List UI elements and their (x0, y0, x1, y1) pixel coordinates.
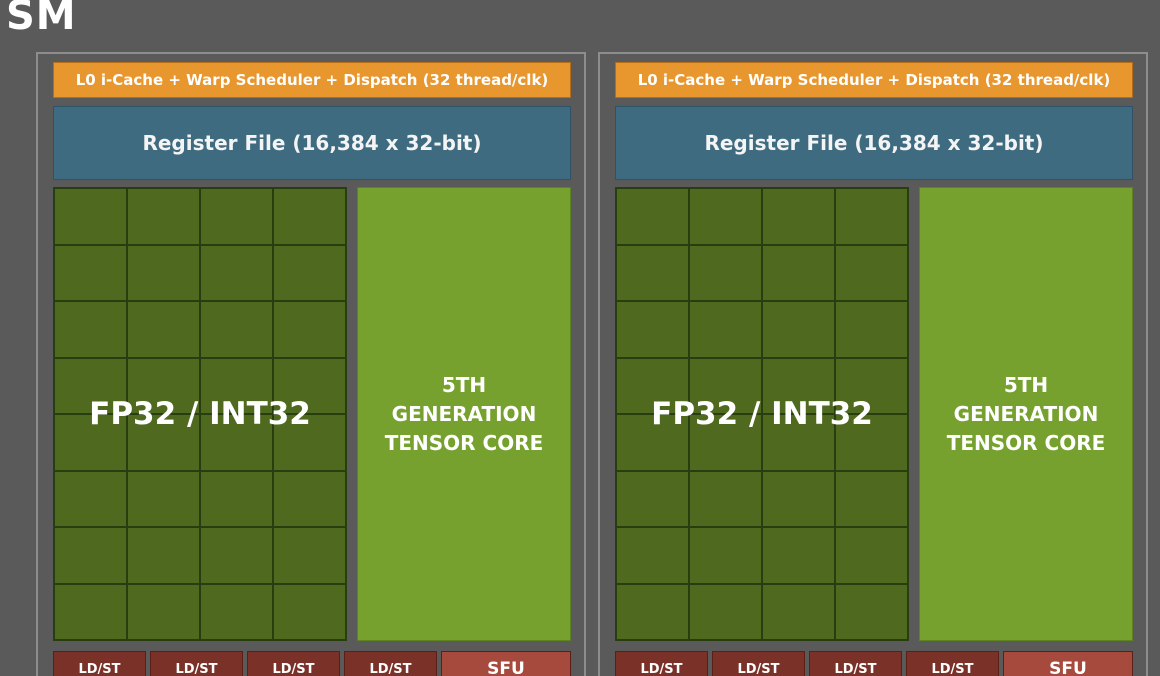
core-cell (690, 189, 761, 244)
core-cell (690, 415, 761, 470)
core-cell (201, 189, 272, 244)
core-cell (55, 245, 126, 300)
tensor-core-label-line: 5TH (441, 372, 487, 397)
core-cell (55, 358, 126, 413)
core-cell (617, 584, 688, 639)
core-cell (128, 584, 199, 639)
ld-st-unit: LD/ST (615, 651, 708, 676)
core-cell (55, 189, 126, 244)
core-cell (128, 358, 199, 413)
fp32-int32-core-grid (615, 187, 909, 641)
core-cell (690, 245, 761, 300)
core-cell (617, 471, 688, 526)
ld-st-unit: LD/ST (150, 651, 243, 676)
sm-partition-left: L0 i-Cache + Warp Scheduler + Dispatch (… (36, 52, 586, 676)
core-cell (836, 358, 907, 413)
core-cell (274, 189, 345, 244)
register-file-block: Register File (16,384 x 32-bit) (615, 106, 1133, 180)
load-store-unit-row: LD/ST LD/ST LD/ST LD/ST SFU (53, 651, 571, 676)
core-cell (274, 245, 345, 300)
ld-st-unit: LD/ST (712, 651, 805, 676)
core-cell (836, 302, 907, 357)
core-cell (201, 471, 272, 526)
sm-diagram: SM L0 i-Cache + Warp Scheduler + Dispatc… (0, 0, 1160, 676)
core-cell (690, 584, 761, 639)
tensor-core-label-line: TENSOR CORE (384, 430, 544, 455)
core-cell (763, 302, 834, 357)
tensor-core-label-line: GENERATION (391, 401, 537, 426)
core-cell (128, 471, 199, 526)
ld-st-unit: LD/ST (53, 651, 146, 676)
core-cell (763, 245, 834, 300)
sm-partition-right: L0 i-Cache + Warp Scheduler + Dispatch (… (598, 52, 1148, 676)
core-cell (128, 189, 199, 244)
core-cell (128, 528, 199, 583)
tensor-core-label-line: TENSOR CORE (946, 430, 1106, 455)
core-cell (274, 584, 345, 639)
core-cell (274, 415, 345, 470)
core-cell (617, 528, 688, 583)
core-cell (274, 528, 345, 583)
core-cell (201, 528, 272, 583)
sfu-unit: SFU (1003, 651, 1133, 676)
core-cell (201, 415, 272, 470)
core-cell (128, 245, 199, 300)
core-cell (763, 415, 834, 470)
core-cell (201, 302, 272, 357)
core-cell (763, 189, 834, 244)
core-cell (690, 358, 761, 413)
core-cell (55, 471, 126, 526)
core-cell (836, 471, 907, 526)
core-cell (690, 471, 761, 526)
ld-st-unit: LD/ST (247, 651, 340, 676)
ld-st-unit: LD/ST (906, 651, 999, 676)
sm-title: SM (6, 0, 77, 39)
tensor-core-label-line: GENERATION (953, 401, 1099, 426)
core-cell (763, 358, 834, 413)
core-cell (201, 584, 272, 639)
core-cell (128, 302, 199, 357)
core-cell (836, 584, 907, 639)
core-cell (274, 471, 345, 526)
core-cell (128, 415, 199, 470)
ld-st-unit: LD/ST (809, 651, 902, 676)
core-cell (836, 415, 907, 470)
core-cell (55, 415, 126, 470)
tensor-core-block: 5TH GENERATION TENSOR CORE (357, 187, 571, 641)
warp-scheduler-block: L0 i-Cache + Warp Scheduler + Dispatch (… (615, 62, 1133, 98)
tensor-core-label-line: 5TH (1003, 372, 1049, 397)
core-cell (617, 415, 688, 470)
fp32-int32-core-grid (53, 187, 347, 641)
warp-scheduler-block: L0 i-Cache + Warp Scheduler + Dispatch (… (53, 62, 571, 98)
core-cell (836, 245, 907, 300)
core-cell (690, 302, 761, 357)
register-file-block: Register File (16,384 x 32-bit) (53, 106, 571, 180)
core-cell (201, 245, 272, 300)
core-cell (274, 358, 345, 413)
core-cell (55, 528, 126, 583)
core-cell (274, 302, 345, 357)
core-cell (836, 189, 907, 244)
core-cell (763, 528, 834, 583)
core-cell (617, 358, 688, 413)
core-cell (617, 189, 688, 244)
tensor-core-block: 5TH GENERATION TENSOR CORE (919, 187, 1133, 641)
core-cell (690, 528, 761, 583)
core-cell (55, 302, 126, 357)
core-cell (763, 584, 834, 639)
core-cell (763, 471, 834, 526)
core-cell (201, 358, 272, 413)
load-store-unit-row: LD/ST LD/ST LD/ST LD/ST SFU (615, 651, 1133, 676)
core-cell (617, 245, 688, 300)
ld-st-unit: LD/ST (344, 651, 437, 676)
sfu-unit: SFU (441, 651, 571, 676)
core-cell (617, 302, 688, 357)
core-cell (836, 528, 907, 583)
core-cell (55, 584, 126, 639)
